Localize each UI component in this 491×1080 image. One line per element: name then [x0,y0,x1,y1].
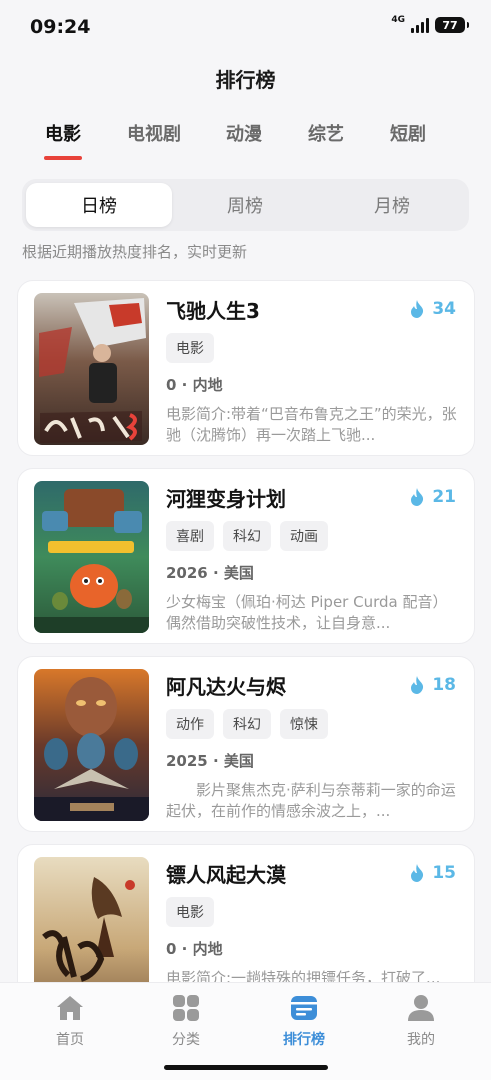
ranking-hint: 根据近期播放热度排名，实时更新 [22,243,248,261]
user-icon [408,995,434,1021]
heat-value: 21 [432,487,456,507]
ranking-card[interactable]: 河狸变身计划 21 喜剧 科幻 动画 2026 · 美国 少女梅宝（佩珀·柯达 … [17,468,475,644]
genre-tag: 科幻 [223,521,271,551]
tab-label: 首页 [56,1032,84,1048]
movie-title: 阿凡达火与烬 [166,675,286,699]
tab-label: 动漫 [226,124,262,145]
bottom-tab-category[interactable]: 分类 [146,993,226,1049]
active-tab-indicator [44,156,82,160]
genre-tag: 喜剧 [166,521,214,551]
home-icon [57,996,83,1020]
segment-weekly[interactable]: 周榜 [172,183,318,227]
period-segmented-control: 日榜 周榜 月榜 [22,179,469,231]
movie-title: 河狸变身计划 [166,487,286,511]
tab-movie[interactable]: 电影 [44,120,82,160]
genre-tag: 电影 [166,333,214,363]
genre-tag: 电影 [166,897,214,927]
tab-label: 排行榜 [283,1032,325,1048]
ranking-icon [291,996,317,1020]
movie-title: 镖人风起大漠 [166,863,286,887]
genre-tags: 电影 [166,897,214,927]
movie-poster [34,481,149,633]
heat-value: 15 [432,863,456,883]
movie-meta: 0 · 内地 [166,376,223,394]
tab-tv-series[interactable]: 电视剧 [124,120,184,146]
movie-poster [34,293,149,445]
heat-score: 21 [410,487,456,507]
heat-score: 15 [410,863,456,883]
flame-icon [411,300,424,318]
segment-monthly[interactable]: 月榜 [319,183,465,227]
genre-tags: 动作 科幻 惊悚 [166,709,328,739]
genre-tag: 惊悚 [280,709,328,739]
tab-label: 电影 [45,124,81,145]
category-tabs: 电影 电视剧 动漫 综艺 短剧 [22,120,469,170]
movie-description: 电影简介:带着“巴音布鲁克之王”的荣光，张驰（沈腾饰）再一次踏上飞驰... [166,405,457,444]
tab-label: 短剧 [390,124,426,145]
battery-icon: 77 [435,17,469,33]
genre-tag: 科幻 [223,709,271,739]
tab-anime[interactable]: 动漫 [224,120,264,146]
movie-poster [34,669,149,821]
status-bar: 09:24 4G 77 [0,0,491,56]
tab-short-drama[interactable]: 短剧 [388,120,428,146]
segment-daily[interactable]: 日榜 [26,183,172,227]
flame-icon [411,676,424,694]
heat-score: 18 [410,675,456,695]
battery-level: 77 [442,18,458,32]
tab-label: 分类 [172,1032,200,1048]
heat-value: 34 [432,299,456,319]
genre-tag: 动画 [280,521,328,551]
genre-tags: 喜剧 科幻 动画 [166,521,328,551]
network-label: 4G [391,15,405,25]
movie-meta: 2025 · 美国 [166,752,254,770]
tab-label: 综艺 [308,124,344,145]
ranking-screen: 09:24 4G 77 排行榜 电影 电视剧 动漫 综艺 短剧 日榜 周榜 月榜… [0,0,491,1080]
movie-description: 少女梅宝（佩珀·柯达 Piper Curda 配音）偶然借助突破性技术，让自身意… [166,593,448,632]
grid-icon [173,995,199,1021]
movie-title: 飞驰人生3 [166,299,260,323]
movie-description: 影片聚焦杰克·萨利与奈蒂莉一家的命运起伏，在前作的情感余波之上，... [166,781,456,820]
movie-meta: 0 · 内地 [166,940,223,958]
bottom-tab-ranking[interactable]: 排行榜 [264,993,344,1049]
tab-label: 我的 [407,1032,435,1048]
tab-label: 电视剧 [127,124,181,145]
signal-icon [411,17,429,33]
genre-tags: 电影 [166,333,214,363]
flame-icon [411,864,424,882]
status-time: 09:24 [30,16,91,38]
tab-variety[interactable]: 综艺 [306,120,346,146]
ranking-card[interactable]: 飞驰人生3 34 电影 0 · 内地 电影简介:带着“巴音布鲁克之王”的荣光，张… [17,280,475,456]
flame-icon [411,488,424,506]
bottom-tab-profile[interactable]: 我的 [381,993,461,1049]
status-indicators: 4G 77 [391,15,469,33]
heat-score: 34 [410,299,456,319]
genre-tag: 动作 [166,709,214,739]
heat-value: 18 [432,675,456,695]
page-title: 排行榜 [215,68,276,92]
movie-meta: 2026 · 美国 [166,564,254,582]
bottom-tab-home[interactable]: 首页 [30,993,110,1049]
home-indicator [164,1065,328,1070]
ranking-card[interactable]: 阿凡达火与烬 18 动作 科幻 惊悚 2025 · 美国 影片聚焦杰克·萨利与奈… [17,656,475,832]
